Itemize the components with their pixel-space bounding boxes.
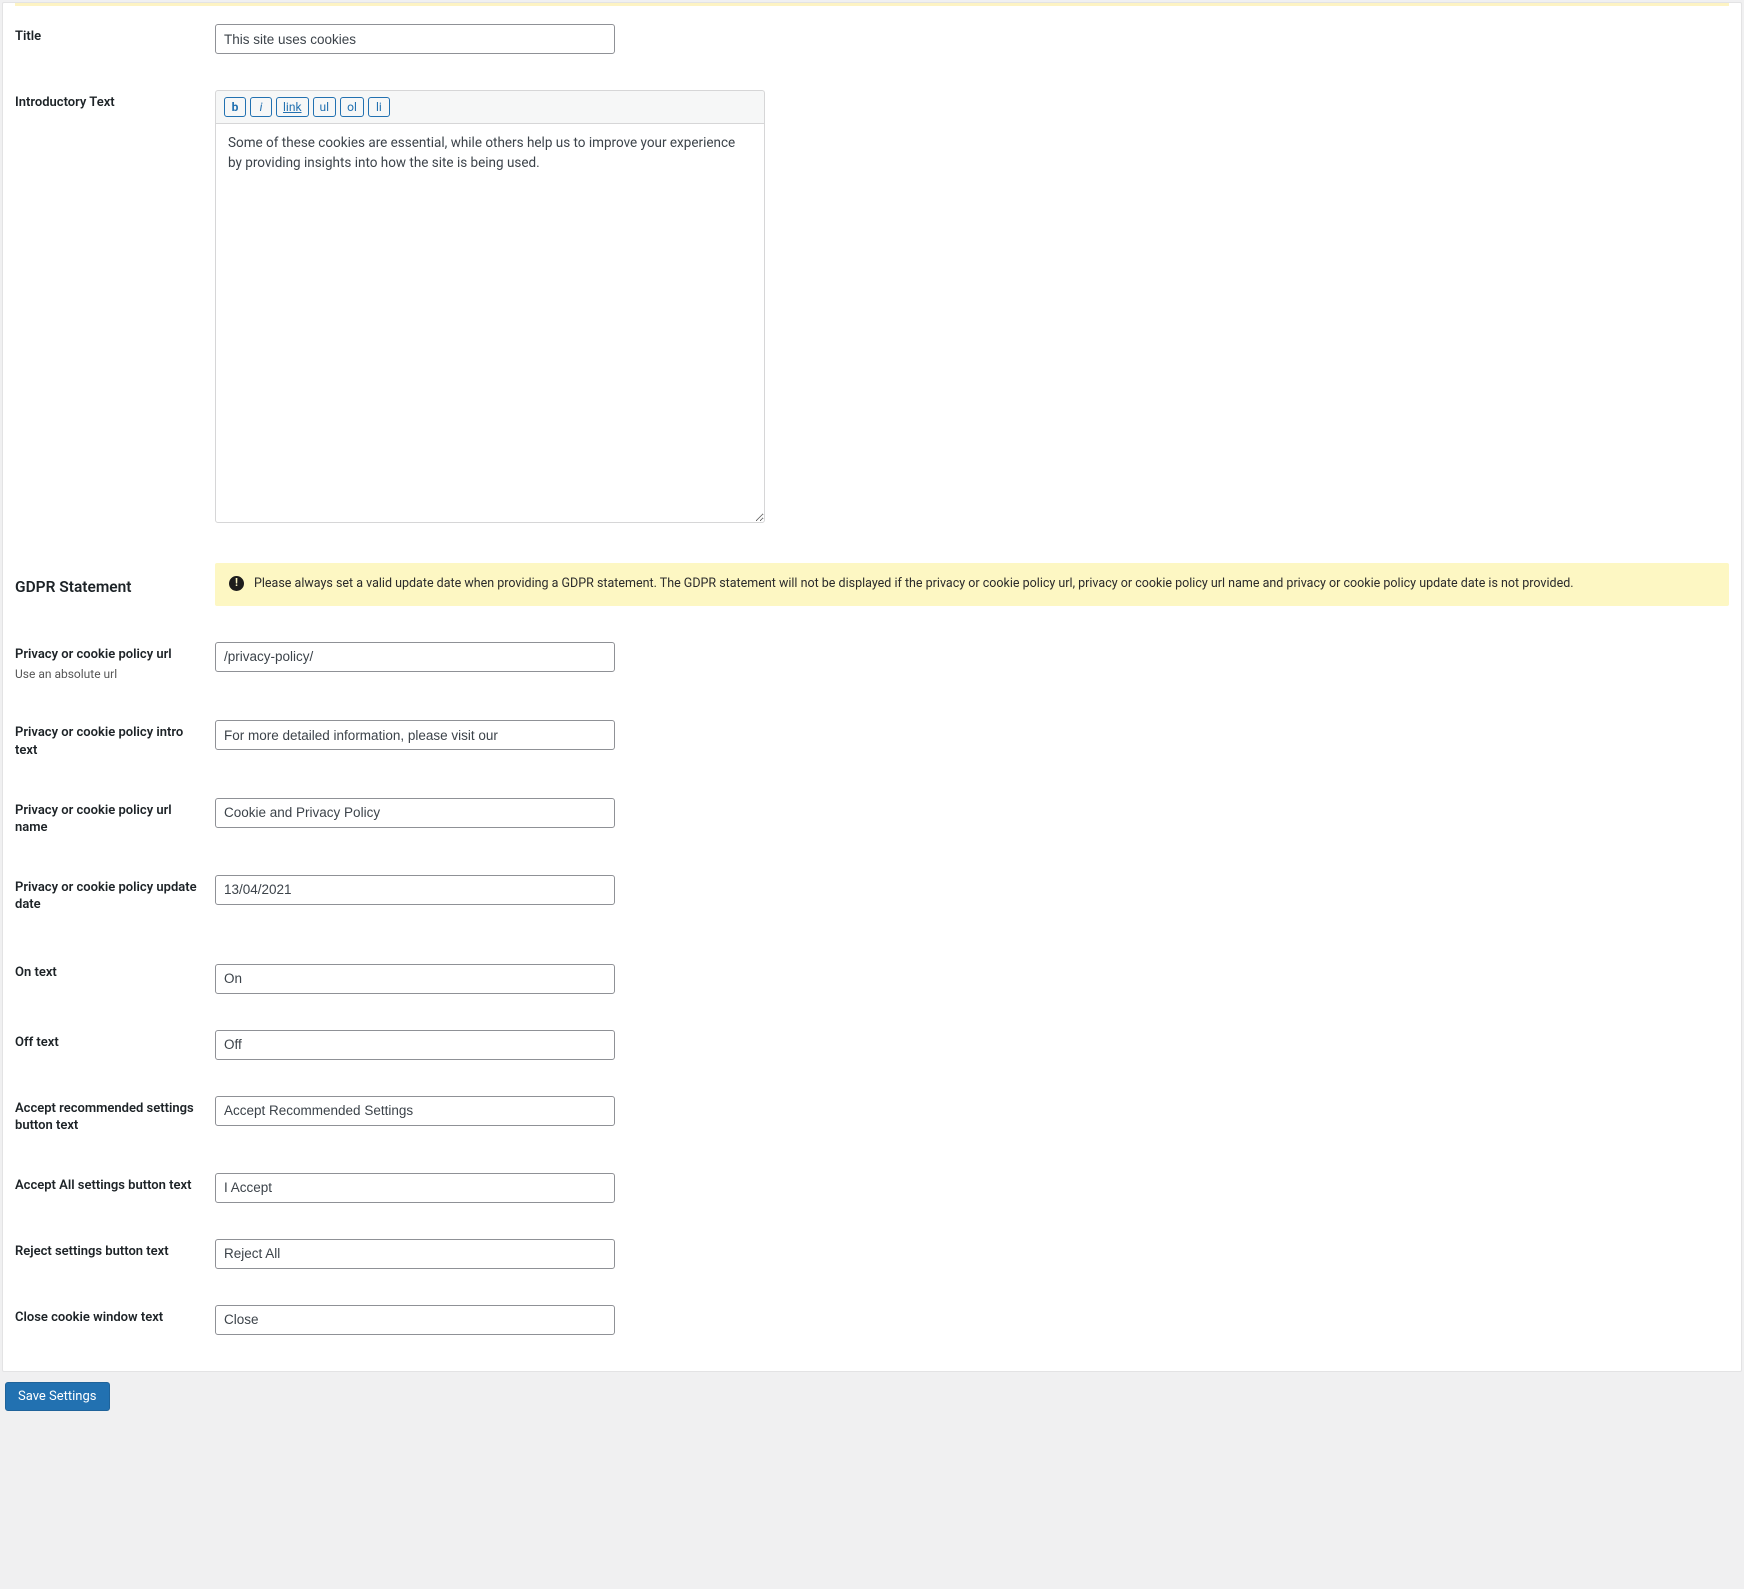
off-text-label: Off text: [15, 1035, 59, 1050]
reject-input[interactable]: [215, 1239, 615, 1269]
policy-url-hint: Use an absolute url: [15, 666, 205, 682]
intro-textarea[interactable]: [215, 123, 765, 523]
editor-italic-button[interactable]: i: [250, 97, 272, 117]
accept-all-input[interactable]: [215, 1173, 615, 1203]
policy-update-date-label: Privacy or cookie policy update date: [15, 880, 197, 913]
editor-ol-button[interactable]: ol: [340, 97, 364, 117]
intro-label: Introductory Text: [15, 95, 115, 110]
on-text-label: On text: [15, 965, 57, 980]
accept-all-label: Accept All settings button text: [15, 1178, 191, 1193]
gdpr-heading: GDPR Statement: [15, 577, 205, 598]
policy-url-name-input[interactable]: [215, 798, 615, 828]
gdpr-notice-text: Please always set a valid update date wh…: [254, 575, 1574, 594]
policy-url-input[interactable]: [215, 642, 615, 672]
policy-update-date-input[interactable]: [215, 875, 615, 905]
close-label: Close cookie window text: [15, 1310, 163, 1325]
policy-url-name-label: Privacy or cookie policy url name: [15, 803, 172, 836]
warning-icon: !: [229, 576, 244, 591]
gdpr-notice: ! Please always set a valid update date …: [215, 563, 1729, 606]
editor-bold-button[interactable]: b: [224, 97, 246, 117]
policy-intro-input[interactable]: [215, 720, 615, 750]
intro-editor: b i link ul ol li: [215, 90, 765, 527]
close-input[interactable]: [215, 1305, 615, 1335]
policy-intro-label: Privacy or cookie policy intro text: [15, 725, 183, 758]
editor-link-button[interactable]: link: [276, 97, 309, 117]
reject-label: Reject settings button text: [15, 1244, 169, 1259]
accept-recommended-input[interactable]: [215, 1096, 615, 1126]
save-settings-button[interactable]: Save Settings: [5, 1382, 110, 1411]
on-text-input[interactable]: [215, 964, 615, 994]
title-input[interactable]: [215, 24, 615, 54]
settings-form-table: Title Introductory Text b i: [15, 6, 1729, 1353]
editor-li-button[interactable]: li: [368, 97, 390, 117]
title-label: Title: [15, 29, 41, 44]
editor-ul-button[interactable]: ul: [313, 97, 337, 117]
policy-url-label: Privacy or cookie policy url: [15, 647, 172, 662]
off-text-input[interactable]: [215, 1030, 615, 1060]
accept-recommended-label: Accept recommended settings button text: [15, 1101, 194, 1134]
editor-toolbar: b i link ul ol li: [215, 90, 765, 123]
